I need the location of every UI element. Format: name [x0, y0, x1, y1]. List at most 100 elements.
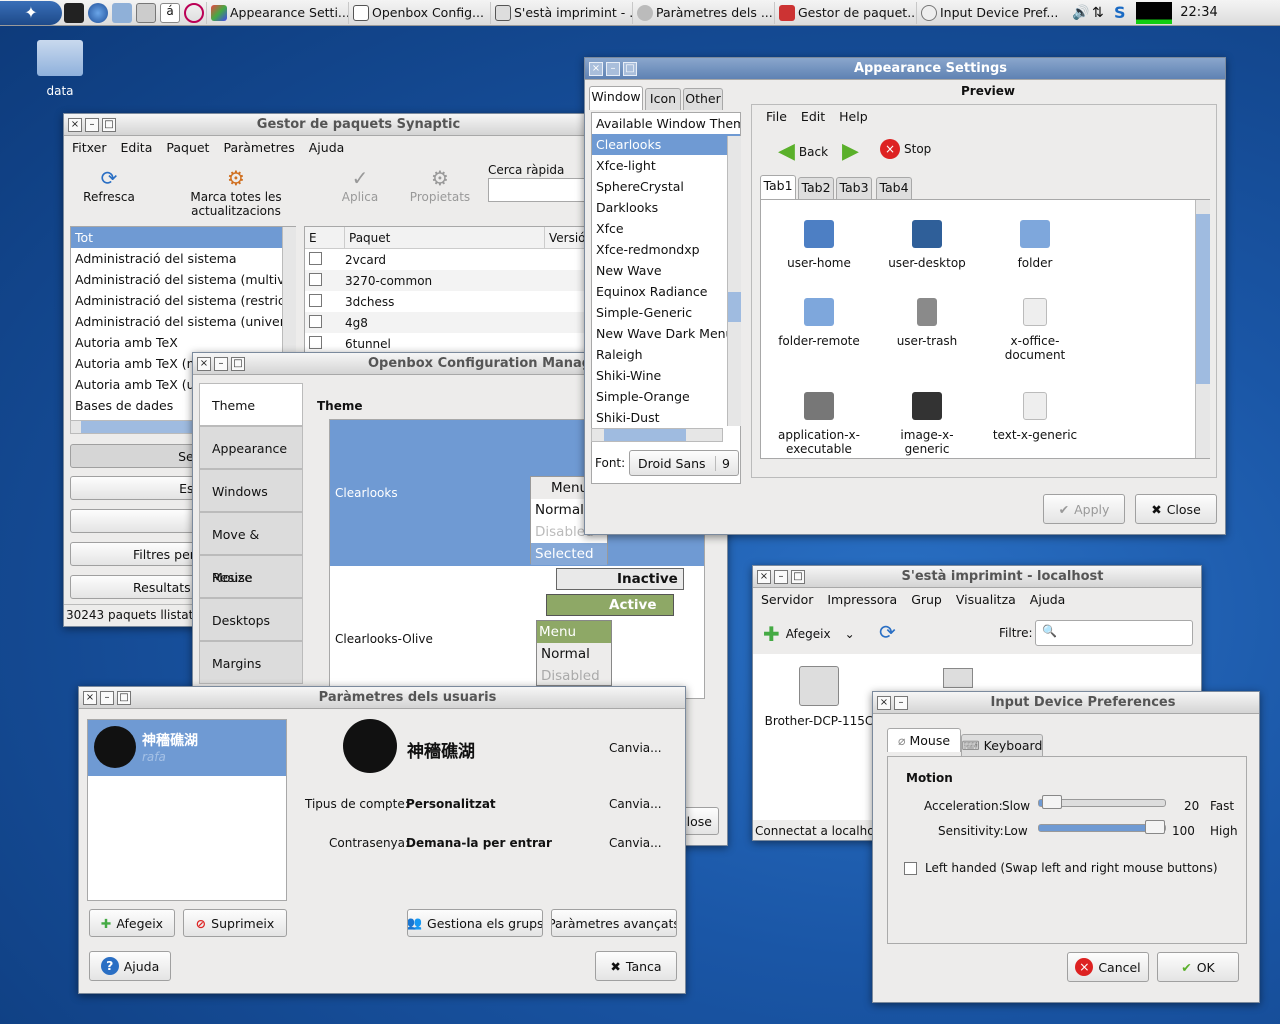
start-menu-icon[interactable]: ✦: [0, 0, 62, 25]
left-handed-option[interactable]: Left handed (Swap left and right mouse b…: [904, 861, 1218, 875]
minimize-icon[interactable]: –: [214, 356, 228, 371]
theme-list-scrollbar[interactable]: [727, 136, 741, 426]
nav-item-desktops[interactable]: Desktops: [199, 598, 303, 641]
task-printing[interactable]: S'està imprimint - ...: [490, 1, 632, 24]
calculator-icon[interactable]: [136, 2, 156, 23]
theme-item[interactable]: New Wave Dark Menus: [592, 323, 740, 344]
properties-button[interactable]: ⚙ Propietats: [400, 166, 480, 204]
left-handed-checkbox[interactable]: [904, 861, 917, 875]
add-user-button[interactable]: ✚ Afegeix: [89, 909, 175, 937]
change-account-link[interactable]: Canvia...: [609, 797, 662, 811]
refresh-icon[interactable]: ⟳: [879, 620, 896, 644]
add-printer-button[interactable]: ✚ Afegeix ⌄: [763, 622, 855, 646]
nav-item-move-resize[interactable]: Move & Resize: [199, 512, 303, 585]
nav-item-windows[interactable]: Windows: [199, 469, 303, 512]
clock-label[interactable]: 22:34: [1172, 5, 1226, 20]
nav-item-theme[interactable]: Theme: [199, 383, 303, 426]
section-item[interactable]: Administració del sistema (multiverse): [71, 269, 295, 290]
icon-executable[interactable]: application-x- executable: [771, 392, 867, 456]
slider-thumb[interactable]: [1041, 795, 1062, 809]
menu-fitxer[interactable]: Fitxer: [72, 140, 107, 155]
menu-parametres[interactable]: Paràmetres: [223, 140, 294, 155]
task-synaptic[interactable]: Gestor de paquet...: [774, 1, 916, 24]
theme-item[interactable]: SphereCrystal: [592, 176, 740, 197]
forward-button[interactable]: ▶: [842, 139, 859, 164]
character-map-icon[interactable]: á: [160, 2, 180, 23]
file-manager-icon[interactable]: [112, 2, 132, 23]
menu-impressora[interactable]: Impressora: [827, 592, 897, 607]
theme-item[interactable]: Xfce-light: [592, 155, 740, 176]
section-item[interactable]: Tot: [71, 227, 295, 248]
theme-item[interactable]: Darklooks: [592, 197, 740, 218]
theme-item[interactable]: Raleigh: [592, 344, 740, 365]
task-appearance[interactable]: Appearance Setti...: [206, 1, 348, 24]
change-password-link[interactable]: Canvia...: [609, 836, 662, 850]
tab-other[interactable]: Other: [683, 88, 723, 110]
close-icon[interactable]: ×: [68, 117, 82, 132]
theme-item[interactable]: Xfce-redmondxp: [592, 239, 740, 260]
apply-button[interactable]: ✓ Aplica: [332, 166, 388, 204]
tab-keyboard[interactable]: ⌨ Keyboard: [961, 734, 1043, 756]
menu-help[interactable]: Help: [839, 109, 868, 124]
section-item[interactable]: Administració del sistema (universe): [71, 311, 295, 332]
maximize-icon[interactable]: □: [102, 117, 116, 132]
icon-folder-remote[interactable]: folder-remote: [771, 298, 867, 348]
font-button[interactable]: Droid Sans 9: [629, 450, 739, 476]
menu-edita[interactable]: Edita: [121, 140, 153, 155]
icon-text[interactable]: text-x-generic: [987, 392, 1083, 442]
task-users[interactable]: Paràmetres dels ...: [632, 1, 774, 24]
maximize-icon[interactable]: □: [117, 690, 131, 705]
theme-item[interactable]: Shiki-Wine: [592, 365, 740, 386]
menu-grup[interactable]: Grup: [911, 592, 942, 607]
volume-icon[interactable]: 🔊: [1072, 5, 1092, 21]
preview-tab-4[interactable]: Tab4: [876, 177, 912, 199]
minimize-icon[interactable]: –: [100, 690, 114, 705]
close-icon[interactable]: ×: [757, 569, 771, 584]
printer-icon[interactable]: [943, 668, 973, 688]
minimize-icon[interactable]: –: [774, 569, 788, 584]
menu-file[interactable]: File: [766, 109, 787, 124]
stop-button[interactable]: × Stop: [880, 139, 931, 159]
preview-tab-3[interactable]: Tab3: [836, 177, 872, 199]
preview-tab-1[interactable]: Tab1: [760, 175, 796, 199]
maximize-icon[interactable]: □: [791, 569, 805, 584]
close-button[interactable]: ✖ Tanca: [595, 951, 677, 981]
ok-button[interactable]: ✔ OK: [1157, 952, 1239, 982]
theme-item[interactable]: Shiki-Dust: [592, 407, 740, 428]
column-header-version[interactable]: Versió: [545, 227, 586, 248]
menu-visualitza[interactable]: Visualitza: [956, 592, 1016, 607]
close-icon[interactable]: ×: [197, 356, 211, 371]
mark-all-upgrades-button[interactable]: ⚙ Marca totes les actualitzacions: [148, 166, 324, 218]
maximize-icon[interactable]: □: [623, 61, 637, 76]
menu-paquet[interactable]: Paquet: [166, 140, 209, 155]
update-icon[interactable]: S: [1114, 3, 1136, 22]
minimize-icon[interactable]: –: [85, 117, 99, 132]
printer-item[interactable]: Brother-DCP-115C: [761, 666, 877, 728]
package-checkbox[interactable]: [309, 314, 322, 328]
delete-user-button[interactable]: ⊘ Suprimeix: [183, 909, 287, 937]
table-row[interactable]: 6tunnel: [305, 333, 599, 354]
advanced-settings-button[interactable]: Paràmetres avançats: [551, 909, 677, 937]
icon-user-trash[interactable]: user-trash: [879, 298, 975, 348]
manage-groups-button[interactable]: 👥 Gestiona els grups: [407, 909, 543, 937]
menu-ajuda[interactable]: Ajuda: [1030, 592, 1066, 607]
back-button[interactable]: ◀ Back: [778, 139, 828, 164]
table-row[interactable]: 4g8: [305, 312, 599, 333]
package-checkbox[interactable]: [309, 335, 322, 349]
package-checkbox[interactable]: [309, 272, 322, 286]
menu-servidor[interactable]: Servidor: [761, 592, 813, 607]
section-item[interactable]: Administració del sistema: [71, 248, 295, 269]
nav-item-margins[interactable]: Margins: [199, 641, 303, 684]
icon-user-home[interactable]: user-home: [771, 220, 867, 270]
nav-item-mouse[interactable]: Mouse: [199, 555, 303, 598]
avatar-large[interactable]: [343, 719, 397, 773]
table-row[interactable]: 2vcard: [305, 249, 599, 270]
theme-item[interactable]: Clearlooks-Olive Inactive Active Menu No…: [330, 566, 704, 700]
cancel-button[interactable]: × Cancel: [1067, 952, 1149, 982]
network-icon[interactable]: ⇅: [1092, 5, 1114, 21]
minimize-icon[interactable]: –: [894, 695, 908, 710]
column-header-status[interactable]: E: [305, 227, 345, 248]
preview-scrollbar[interactable]: [1195, 200, 1210, 458]
task-input[interactable]: Input Device Pref...: [916, 1, 1066, 24]
change-name-link[interactable]: Canvia...: [609, 741, 662, 755]
